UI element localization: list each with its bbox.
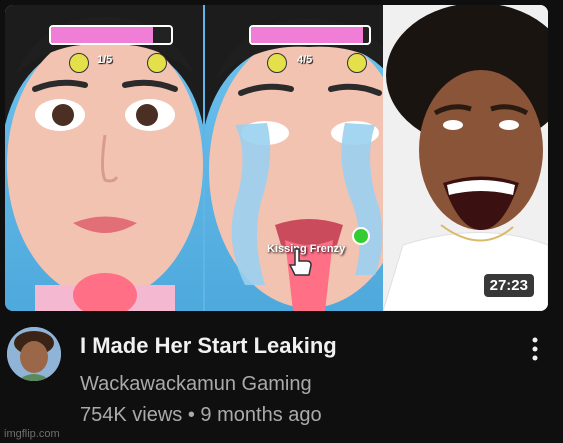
- duration-badge: 27:23: [483, 274, 534, 297]
- thumbnail-panel-middle: Kissing Frenzy: [205, 5, 413, 311]
- streamer-reaction-photo: [383, 5, 548, 311]
- channel-avatar[interactable]: [7, 327, 61, 381]
- emoji-kiss-icon: [347, 53, 367, 73]
- progress-bar-left: [49, 25, 173, 45]
- counter-left: 1/5: [97, 54, 113, 66]
- view-count: 754K views: [80, 404, 183, 426]
- avatar-icon: [7, 327, 61, 381]
- counter-right: 4/5: [297, 54, 313, 66]
- emoji-face-icon: [267, 53, 287, 73]
- progress-fill-left: [51, 27, 153, 43]
- video-stats: 754K views • 9 months ago: [80, 404, 322, 427]
- character-face-left: [5, 5, 203, 311]
- emoji-face-icon: [69, 53, 89, 73]
- progress-fill-right: [251, 27, 364, 43]
- video-title[interactable]: I Made Her Start Leaking: [80, 333, 337, 359]
- separator-dot: •: [187, 404, 195, 426]
- watermark: imgflip.com: [4, 428, 60, 440]
- emoji-kiss-icon: [147, 53, 167, 73]
- vertical-ellipsis-icon: [532, 337, 538, 361]
- green-dot-icon: [352, 227, 370, 245]
- thumbnail-panel-left: [5, 5, 203, 311]
- more-options-button[interactable]: [524, 334, 546, 364]
- upload-age: 9 months ago: [200, 404, 322, 426]
- progress-bar-right: [249, 25, 371, 45]
- channel-name[interactable]: Wackawackamun Gaming: [80, 373, 312, 396]
- hand-pointer-icon: [288, 248, 312, 276]
- thumbnail-panel-right: [383, 5, 548, 311]
- video-thumbnail[interactable]: Kissing Frenzy 1/5 4/5 27:23: [5, 5, 548, 311]
